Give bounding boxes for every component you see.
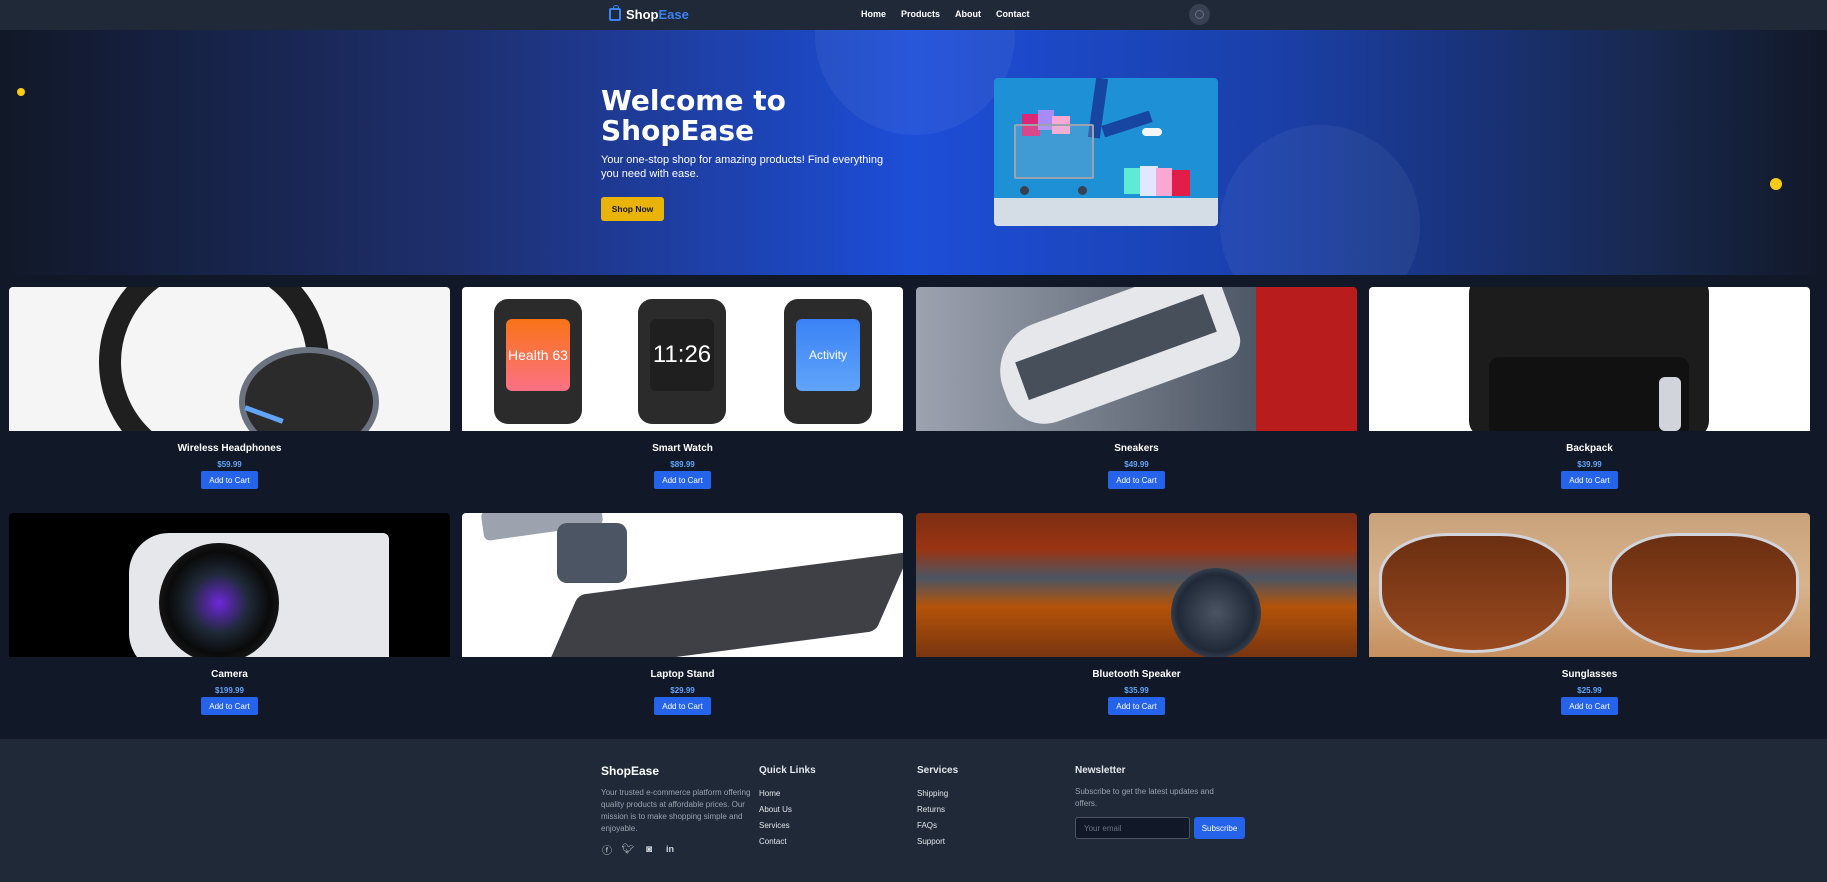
nav-menu: Home Products About Contact [861, 9, 1030, 19]
theme-toggle-button[interactable] [1189, 4, 1210, 25]
product-image-camera[interactable] [9, 513, 450, 657]
footer-link-about[interactable]: About Us [759, 802, 792, 818]
add-to-cart-button[interactable]: Add to Cart [1108, 697, 1165, 715]
product-name: Smart Watch [652, 443, 713, 454]
brand-name-shop: Shop [626, 7, 659, 22]
product-image-bluetooth-speaker[interactable] [916, 513, 1357, 657]
subscribe-button[interactable]: Subscribe [1194, 817, 1245, 839]
decor-circle [1220, 125, 1420, 275]
product-image-headphones[interactable] [9, 287, 450, 431]
product-grid: Wireless Headphones $59.99 Add to Cart H… [0, 275, 1827, 739]
hero-title: Welcome to ShopEase [601, 84, 786, 147]
product-price: $89.99 [670, 460, 695, 469]
product-image-sunglasses[interactable] [1369, 513, 1810, 657]
product-image-laptop-stand[interactable] [462, 513, 903, 657]
product-card: Sunglasses $25.99 Add to Cart [1369, 501, 1810, 717]
services-heading: Services [917, 765, 959, 776]
instagram-icon[interactable]: ◙ [643, 843, 655, 855]
add-to-cart-button[interactable]: Add to Cart [1561, 697, 1618, 715]
footer-link-shipping[interactable]: Shipping [917, 786, 948, 802]
newsletter-email-input[interactable] [1075, 817, 1190, 839]
add-to-cart-button[interactable]: Add to Cart [1108, 471, 1165, 489]
footer-description: Your trusted e-commerce platform offerin… [601, 788, 751, 833]
product-name: Wireless Headphones [177, 443, 282, 454]
product-card: Laptop Stand $29.99 Add to Cart [462, 501, 903, 717]
product-price: $25.99 [1577, 686, 1602, 695]
product-card: Bluetooth Speaker $35.99 Add to Cart [916, 501, 1357, 717]
nav-link-products[interactable]: Products [901, 9, 940, 19]
product-price: $29.99 [670, 686, 695, 695]
add-to-cart-button[interactable]: Add to Cart [654, 471, 711, 489]
product-image-smart-watch[interactable]: Health 63 11:26 Activity [462, 287, 903, 431]
twitter-icon[interactable]: 🐦︎ [622, 843, 635, 855]
footer-link-services[interactable]: Services [759, 818, 792, 834]
top-navbar: ShopEase Home Products About Contact [0, 0, 1827, 30]
hero-image [994, 78, 1218, 226]
product-card: Backpack $39.99 Add to Cart [1369, 275, 1810, 491]
footer-link-returns[interactable]: Returns [917, 802, 948, 818]
footer-link-home[interactable]: Home [759, 786, 792, 802]
product-image-sneakers[interactable] [916, 287, 1357, 431]
footer-link-contact[interactable]: Contact [759, 834, 792, 850]
newsletter-text: Subscribe to get the latest updates and … [1075, 787, 1214, 808]
nav-link-about[interactable]: About [955, 9, 981, 19]
social-links: ⓕ 🐦︎ ◙ in [601, 843, 676, 857]
product-name: Sunglasses [1561, 669, 1618, 680]
nav-link-home[interactable]: Home [861, 9, 886, 19]
product-image-backpack[interactable] [1369, 287, 1810, 431]
site-footer: ShopEase Your trusted e-commerce platfor… [0, 739, 1827, 882]
decor-dot [1770, 178, 1782, 190]
add-to-cart-button[interactable]: Add to Cart [654, 697, 711, 715]
product-price: $35.99 [1124, 686, 1149, 695]
quick-links-heading: Quick Links [759, 765, 816, 776]
footer-link-faqs[interactable]: FAQs [917, 818, 948, 834]
nav-link-contact[interactable]: Contact [996, 9, 1030, 19]
product-name: Laptop Stand [650, 669, 715, 680]
watch-screen: Activity [796, 319, 860, 391]
add-to-cart-button[interactable]: Add to Cart [1561, 471, 1618, 489]
shop-now-button[interactable]: Shop Now [601, 197, 664, 221]
shopping-bag-icon [609, 5, 621, 21]
product-price: $49.99 [1124, 460, 1149, 469]
newsletter-heading: Newsletter [1075, 765, 1126, 776]
watch-screen: Health 63 [506, 319, 570, 391]
product-card: Sneakers $49.99 Add to Cart [916, 275, 1357, 491]
product-name: Sneakers [1114, 443, 1159, 454]
product-name: Camera [211, 669, 248, 680]
product-price: $39.99 [1577, 460, 1602, 469]
product-card: Health 63 11:26 Activity Smart Watch $89… [462, 275, 903, 491]
product-price: $199.99 [215, 686, 244, 695]
hero-subtitle: Your one-stop shop for amazing products!… [601, 154, 884, 180]
product-name: Bluetooth Speaker [1092, 669, 1181, 680]
brand-name-ease: Ease [658, 7, 689, 22]
linkedin-icon[interactable]: in [664, 843, 676, 855]
add-to-cart-button[interactable]: Add to Cart [201, 471, 258, 489]
shopping-cart-illustration [1014, 124, 1094, 179]
decor-dot [17, 88, 25, 96]
quick-links-list: Home About Us Services Contact [759, 786, 792, 850]
watch-screen: 11:26 [650, 319, 714, 391]
product-card: Camera $199.99 Add to Cart [9, 501, 450, 717]
footer-link-support[interactable]: Support [917, 834, 948, 850]
product-card: Wireless Headphones $59.99 Add to Cart [9, 275, 450, 491]
product-price: $59.99 [217, 460, 242, 469]
product-name: Backpack [1566, 443, 1613, 454]
add-to-cart-button[interactable]: Add to Cart [201, 697, 258, 715]
hero-section: Welcome to ShopEase Your one-stop shop f… [0, 30, 1827, 275]
footer-brand: ShopEase [601, 764, 660, 778]
services-list: Shipping Returns FAQs Support [917, 786, 948, 850]
brand-logo[interactable]: ShopEase [609, 5, 689, 22]
facebook-icon[interactable]: ⓕ [601, 843, 613, 857]
